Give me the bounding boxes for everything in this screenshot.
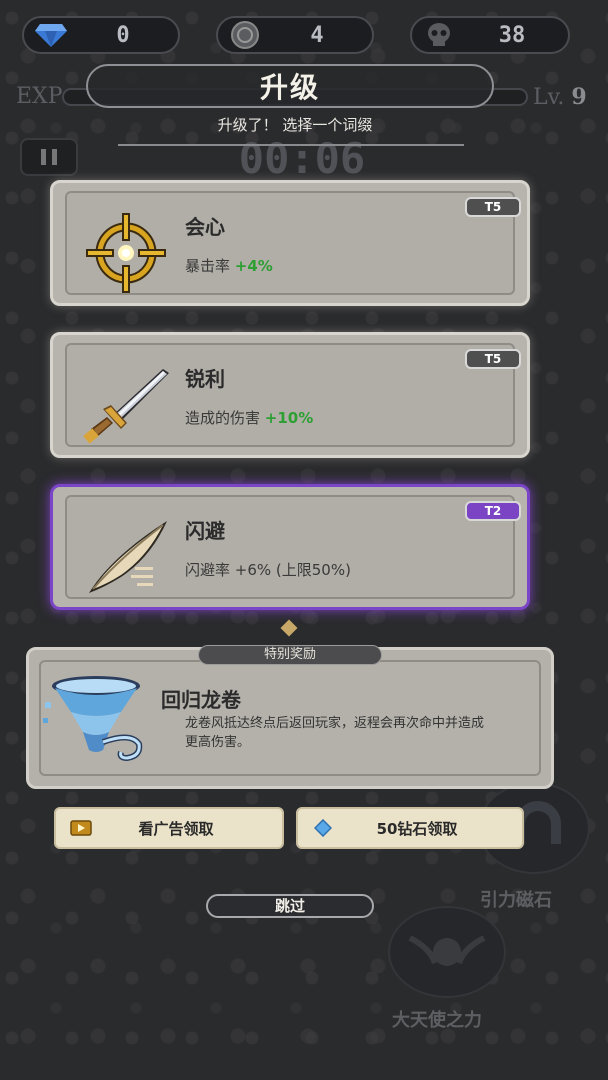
skull-icon: [422, 18, 456, 52]
skip-button[interactable]: 跳过: [206, 894, 374, 918]
choice-desc: 造成的伤害 +10%: [185, 407, 313, 428]
section-divider-ornament: [280, 619, 298, 637]
level-value: 9: [571, 84, 587, 110]
tornado-icon: [41, 672, 151, 762]
pause-button[interactable]: [20, 138, 78, 176]
angel-skill-icon: [388, 906, 506, 998]
level-prefix: Lv.: [533, 85, 565, 110]
dialog-title-box: 升级: [86, 64, 494, 108]
kill-counter: 38: [410, 16, 570, 54]
choice-desc: 闪避率 +6% (上限50%): [185, 559, 351, 580]
tier-badge: T5: [465, 197, 521, 217]
choice-stat: 暴击率: [185, 257, 231, 275]
gem-icon: [34, 18, 68, 52]
special-desc: 龙卷风抵达终点后返回玩家，返程会再次命中并造成更高伤害。: [185, 716, 485, 750]
special-reward-card[interactable]: 回归龙卷 龙卷风抵达终点后返回玩家，返程会再次命中并造成更高伤害。: [26, 647, 554, 789]
special-name: 回归龙卷: [161, 688, 241, 712]
dialog-title: 升级: [259, 71, 320, 104]
diamond-icon: [312, 819, 334, 837]
special-reward-tag: 特别奖励: [198, 645, 382, 665]
choice-desc: 暴击率 +4%: [185, 255, 273, 276]
choice-bonus: +10%: [264, 409, 314, 427]
feather-icon: [81, 517, 171, 597]
diamond-claim-label: 50钻石领取: [376, 819, 458, 838]
watch-ad-label: 看广告领取: [138, 819, 214, 838]
gem-counter: 0: [22, 16, 180, 54]
choice-name: 会心: [185, 215, 225, 239]
choice-stat: 造成的伤害: [185, 409, 261, 427]
choice-card-sharp[interactable]: 锐利 造成的伤害 +10% T5: [50, 332, 530, 458]
game-screen: 引力磁石 大天使之力 0 4 38 EXP Lv. 9 00:06 升级 升级了…: [0, 0, 608, 1080]
angel-skill-label: 大天使之力: [392, 1010, 482, 1031]
coin-counter: 4: [216, 16, 374, 54]
crosshair-icon: [81, 213, 171, 293]
choice-name: 锐利: [185, 367, 225, 391]
level-indicator: Lv. 9: [533, 84, 587, 110]
exp-label: EXP: [16, 84, 63, 109]
subtitle-divider: [118, 144, 464, 146]
dialog-subtitle: 升级了！ 选择一个词缀: [217, 116, 373, 134]
pause-icon: [41, 149, 46, 165]
sword-icon: [81, 365, 171, 445]
kill-count: 38: [498, 22, 526, 48]
card-frame: 锐利 造成的伤害 +10%: [65, 343, 515, 447]
watch-ad-button[interactable]: 看广告领取: [54, 807, 284, 849]
card-frame: 会心 暴击率 +4%: [65, 191, 515, 295]
video-icon: [70, 820, 92, 836]
choice-card-dodge[interactable]: 闪避 闪避率 +6% (上限50%) T2: [50, 484, 530, 610]
choice-stat: 闪避率 +6% (上限50%): [185, 561, 351, 579]
choice-bonus: +4%: [234, 257, 273, 275]
tier-badge: T5: [465, 349, 521, 369]
tier-badge: T2: [465, 501, 521, 521]
game-timer: 00:06: [238, 134, 366, 183]
pause-icon-bar: [52, 149, 57, 165]
choice-name: 闪避: [185, 519, 225, 543]
coin-count: 4: [310, 22, 324, 48]
coin-icon: [228, 18, 262, 52]
card-frame: 闪避 闪避率 +6% (上限50%): [65, 495, 515, 599]
gem-count: 0: [116, 22, 130, 48]
choice-card-crit[interactable]: 会心 暴击率 +4% T5: [50, 180, 530, 306]
diamond-claim-button[interactable]: 50钻石领取: [296, 807, 524, 849]
